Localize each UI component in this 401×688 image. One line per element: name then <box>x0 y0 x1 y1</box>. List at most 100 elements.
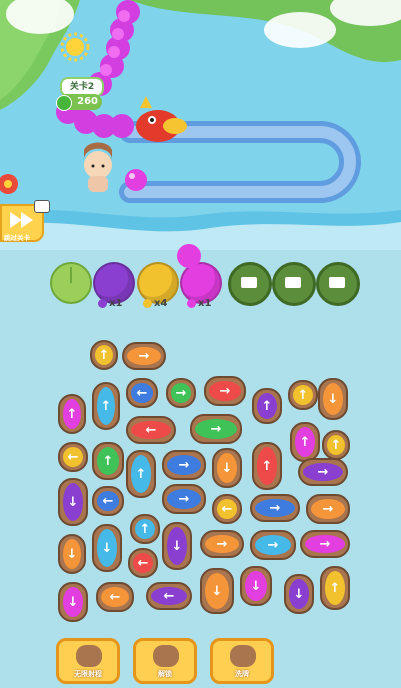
arrow-right-icon: → <box>167 489 201 509</box>
capybara-piece[interactable]: → <box>298 458 348 486</box>
capybara-piece[interactable]: → <box>306 494 350 524</box>
ball-icon <box>187 298 196 308</box>
arrow-up-icon: ↑ <box>325 571 345 605</box>
arrow-right-icon: → <box>195 419 237 439</box>
capybara-piece[interactable]: → <box>166 378 196 408</box>
scene-background: 关卡2 260 跳过关卡 <box>0 0 401 250</box>
slot-count: x1 <box>187 298 211 309</box>
arrow-down-icon: ↓ <box>245 571 267 601</box>
arrow-up-icon: ↑ <box>97 387 115 425</box>
coin-icon <box>56 95 72 111</box>
arrow-left-icon: ← <box>217 499 237 519</box>
capybara-piece[interactable]: → <box>200 530 244 558</box>
arrow-right-icon: → <box>171 383 191 403</box>
capybara-piece[interactable]: → <box>122 342 166 370</box>
capybara-piece[interactable]: ← <box>126 416 176 444</box>
capybara-piece[interactable]: ↓ <box>92 524 122 572</box>
video-icon[interactable] <box>241 277 257 288</box>
capybara-piece[interactable]: ↓ <box>284 574 314 614</box>
capybara-piece[interactable]: ← <box>128 548 158 578</box>
capybara-piece[interactable]: ↑ <box>320 566 350 610</box>
arrow-left-icon: ← <box>131 383 153 403</box>
capybara-piece[interactable]: → <box>250 494 300 522</box>
scene-art <box>0 0 401 250</box>
arrow-right-icon: → <box>167 455 201 475</box>
arrow-up-icon: ↑ <box>257 393 277 419</box>
capybara-piece[interactable]: ← <box>58 442 88 472</box>
unlimited-range-button[interactable]: 无限射程 <box>56 638 120 684</box>
arrow-left-icon: ← <box>133 553 153 573</box>
capybara-piece[interactable]: ↑ <box>290 422 320 462</box>
arrow-right-icon: → <box>205 535 239 553</box>
arrow-down-icon: ↓ <box>205 573 229 609</box>
capybara-piece[interactable]: ← <box>92 486 124 516</box>
arrow-down-icon: ↓ <box>167 527 187 565</box>
capybara-piece[interactable]: ↑ <box>92 442 124 480</box>
capybara-piece[interactable]: ↓ <box>162 522 192 570</box>
skip-level-label: 跳过关卡 <box>4 234 30 242</box>
arrow-down-icon: ↓ <box>289 579 309 609</box>
arrow-down-icon: ↓ <box>323 383 343 415</box>
capybara-piece[interactable]: → <box>190 414 242 444</box>
arrow-left-icon: ← <box>131 421 171 439</box>
slot-count-text: x1 <box>198 298 212 309</box>
capybara-piece[interactable]: ↓ <box>58 478 88 526</box>
arrow-left-icon: ← <box>63 447 83 467</box>
ball-icon <box>143 298 152 308</box>
video-icon <box>34 200 50 213</box>
capybara-piece[interactable]: ← <box>126 378 158 408</box>
arrow-up-icon: ↑ <box>63 399 81 429</box>
slot-video-locked[interactable] <box>272 262 316 306</box>
capybara-piece[interactable]: ↑ <box>90 340 118 370</box>
capybara-piece[interactable]: ↓ <box>212 448 242 488</box>
capybara-icon <box>153 645 179 667</box>
coin-counter: 260 <box>56 94 102 111</box>
pending-ball <box>177 244 201 268</box>
video-icon[interactable] <box>285 277 301 288</box>
unlock-button[interactable]: 解锁 <box>133 638 197 684</box>
ball-icon <box>98 298 107 308</box>
arrow-down-icon: ↓ <box>97 529 117 567</box>
coin-value: 260 <box>77 96 98 107</box>
tool-label: 洗牌 <box>235 670 249 678</box>
capybara-piece[interactable]: ↑ <box>126 450 156 498</box>
capybara-piece[interactable]: ↑ <box>252 442 282 490</box>
capybara-piece[interactable]: → <box>250 530 296 560</box>
arrow-up-icon: ↑ <box>257 447 277 485</box>
capybara-piece[interactable]: ↑ <box>58 394 86 434</box>
capybara-piece[interactable]: → <box>162 484 206 514</box>
arrow-up-icon: ↑ <box>131 455 151 493</box>
arrow-down-icon: ↓ <box>63 539 81 569</box>
capybara-piece[interactable]: → <box>300 530 350 558</box>
arrow-left-icon: ← <box>97 491 119 511</box>
capybara-piece[interactable]: ↑ <box>252 388 282 424</box>
arrow-right-icon: → <box>305 535 345 553</box>
capybara-piece[interactable]: ↑ <box>92 382 120 430</box>
video-icon[interactable] <box>329 277 345 288</box>
capybara-piece[interactable]: ↑ <box>288 380 318 410</box>
capybara-piece[interactable]: ↑ <box>322 430 350 460</box>
capybara-piece[interactable]: → <box>162 450 206 480</box>
arrow-right-icon: → <box>255 535 291 555</box>
arrow-up-icon: ↑ <box>97 447 119 475</box>
shuffle-button[interactable]: 洗牌 <box>210 638 274 684</box>
slot-count-text: x4 <box>154 298 168 309</box>
capybara-piece[interactable]: ← <box>146 582 192 610</box>
capybara-piece[interactable]: → <box>204 376 246 406</box>
capybara-piece[interactable]: ↓ <box>200 568 234 614</box>
capybara-piece[interactable]: ↓ <box>240 566 272 606</box>
slot-video-locked[interactable] <box>316 262 360 306</box>
slot-count: x4 <box>143 298 167 309</box>
slot-video-locked[interactable] <box>228 262 272 306</box>
game-stage: 关卡2 260 跳过关卡 x1 x4 x1 ↑ → ↑ ↑ ← → → ↑ ↑ ↓ ← → ↑ ↑ ← ↑ ↑ → ↓ ↑… <box>0 0 401 688</box>
arrow-right-icon: → <box>255 499 295 517</box>
capybara-piece[interactable]: ← <box>212 494 242 524</box>
capybara-piece[interactable]: ↓ <box>58 582 88 622</box>
arrow-right-icon: → <box>209 381 241 401</box>
capybara-piece[interactable]: ↓ <box>58 534 86 574</box>
capybara-piece[interactable]: ← <box>96 582 134 612</box>
arrow-left-icon: ← <box>151 587 187 605</box>
arrow-left-icon: ← <box>101 587 129 607</box>
capybara-piece[interactable]: ↓ <box>318 378 348 420</box>
capybara-piece[interactable]: ↑ <box>130 514 160 544</box>
